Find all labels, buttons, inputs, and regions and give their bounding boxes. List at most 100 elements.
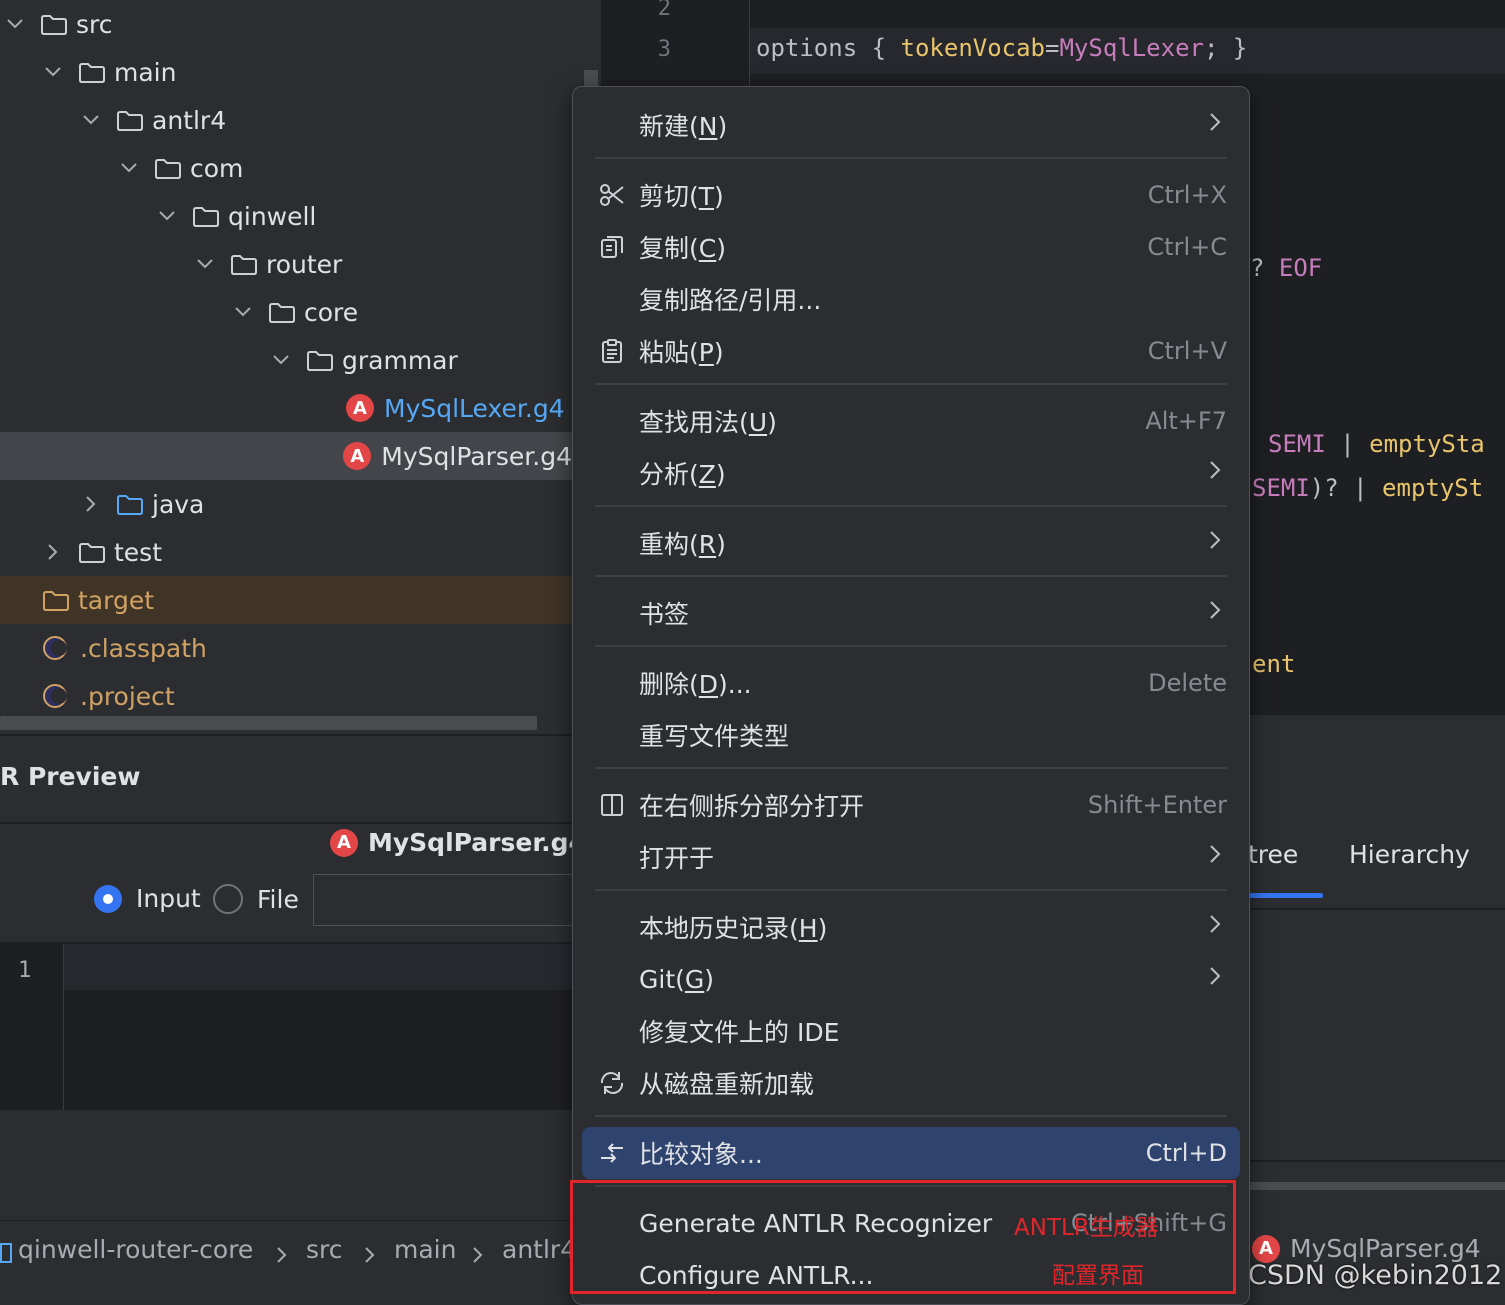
tree-item[interactable]: grammar	[0, 336, 572, 384]
menu-item-find-usages[interactable]: 查找用法(U) Alt+F7	[573, 395, 1249, 447]
menu-item-analyze[interactable]: 分析(Z)	[573, 447, 1249, 499]
preview-tabs-area: tree Hierarchy	[1248, 734, 1505, 1218]
folder-icon	[78, 61, 106, 83]
radio-checked-icon	[94, 884, 122, 913]
tree-item[interactable]: com	[0, 144, 572, 192]
menu-separator	[595, 505, 1227, 507]
radio-file-label: File	[257, 884, 299, 914]
chevron-right-icon	[1209, 966, 1221, 992]
tree-item[interactable]: target	[0, 576, 572, 624]
menu-item-paste[interactable]: 粘贴(P) Ctrl+V	[573, 325, 1249, 377]
tree-item[interactable]: .project	[0, 672, 572, 720]
menu-item-label: 在右侧拆分部分打开	[639, 792, 865, 821]
menu-item-label: 比较对象...	[639, 1140, 763, 1169]
chevron-down-icon[interactable]	[80, 109, 102, 131]
shortcut-label: Alt+F7	[1145, 407, 1227, 435]
code-fragment: ent	[1252, 650, 1296, 678]
menu-item-label: 复制(C)	[639, 234, 726, 263]
tree-item[interactable]: A MySqlParser.g4	[0, 432, 572, 480]
tree-item-label: java	[152, 489, 205, 519]
breadcrumb-item[interactable]: qinwell-router-core	[18, 1235, 253, 1264]
line-number: 1	[18, 958, 32, 983]
menu-item-label: 本地历史记录(H)	[639, 914, 828, 943]
chevron-down-icon[interactable]	[232, 301, 254, 323]
tree-item[interactable]: main	[0, 48, 572, 96]
menu-item-delete[interactable]: 删除(D)... Delete	[573, 657, 1249, 709]
chevron-down-icon[interactable]	[156, 205, 178, 227]
preview-file-tab[interactable]: A MySqlParser.g4	[330, 828, 586, 857]
active-tab-indicator	[1248, 893, 1323, 898]
menu-item-compare[interactable]: 比较对象... Ctrl+D	[582, 1127, 1240, 1179]
input-editor[interactable]: 1	[0, 944, 572, 1110]
tree-item-label: test	[114, 537, 163, 567]
chevron-down-icon[interactable]	[118, 157, 140, 179]
file-path-input[interactable]	[313, 874, 574, 926]
radio-file[interactable]: File	[213, 884, 299, 914]
menu-separator	[595, 575, 1227, 577]
menu-item-copy-path[interactable]: 复制路径/引用...	[573, 273, 1249, 325]
breadcrumb-item[interactable]: src	[306, 1235, 343, 1264]
chevron-right-icon[interactable]	[80, 493, 102, 515]
menu-item-label: 复制路径/引用...	[639, 286, 822, 315]
radio-input[interactable]: Input	[94, 884, 201, 913]
tree-item[interactable]: router	[0, 240, 572, 288]
shortcut-label: Shift+Enter	[1087, 791, 1227, 819]
menu-item-cut[interactable]: 剪切(T) Ctrl+X	[573, 169, 1249, 221]
menu-item-new[interactable]: 新建(N)	[573, 99, 1249, 151]
menu-item-label: 重写文件类型	[639, 722, 790, 751]
menu-item-bookmarks[interactable]: 书签	[573, 587, 1249, 639]
menu-item-open-in[interactable]: 打开于	[573, 831, 1249, 883]
menu-item-refactor[interactable]: 重构(R)	[573, 517, 1249, 569]
chevron-down-icon[interactable]	[270, 349, 292, 371]
tree-item[interactable]: java	[0, 480, 572, 528]
chevron-down-icon[interactable]	[4, 13, 26, 35]
tree-item[interactable]: core	[0, 288, 572, 336]
breadcrumb-item[interactable]: antlr4	[502, 1235, 576, 1264]
code-fragment: ? EOF	[1250, 254, 1323, 282]
tab-tree[interactable]: tree	[1248, 840, 1298, 869]
menu-item-label: Git(G)	[639, 964, 715, 994]
menu-item-copy[interactable]: 复制(C) Ctrl+C	[573, 221, 1249, 273]
hscrollbar[interactable]	[1248, 1182, 1505, 1190]
chevron-right-icon	[1209, 460, 1221, 486]
tree-item[interactable]: src	[0, 0, 572, 48]
antlr-preview-panel: R Preview A MySqlParser.g4 Input File 1	[0, 734, 586, 1220]
menu-item-repair-ide[interactable]: 修复文件上的 IDE	[573, 1005, 1249, 1057]
menu-item-reload[interactable]: 从磁盘重新加载	[573, 1057, 1249, 1109]
status-file-label: MySqlParser.g4	[1290, 1234, 1481, 1263]
editor-scrollbar[interactable]	[1248, 715, 1505, 734]
chevron-right-icon	[1209, 530, 1221, 556]
tree-item-label: main	[114, 57, 177, 87]
status-file[interactable]: A MySqlParser.g4	[1252, 1234, 1481, 1263]
menu-item-override-file-type[interactable]: 重写文件类型	[573, 709, 1249, 761]
tree-item[interactable]: antlr4	[0, 96, 572, 144]
menu-item-local-history[interactable]: 本地历史记录(H)	[573, 901, 1249, 953]
tree-item-label: qinwell	[228, 201, 317, 231]
tree-scrollbar[interactable]	[0, 716, 537, 730]
folder-icon	[192, 205, 220, 227]
folder-icon	[230, 253, 258, 275]
menu-item-split-open[interactable]: 在右侧拆分部分打开 Shift+Enter	[573, 779, 1249, 831]
tab-hierarchy[interactable]: Hierarchy	[1349, 840, 1470, 869]
folder-icon	[42, 589, 70, 611]
tree-item[interactable]: test	[0, 528, 572, 576]
preview-file-label: MySqlParser.g4	[368, 828, 586, 857]
menu-item-label: 修复文件上的 IDE	[639, 1018, 840, 1047]
folder-icon	[40, 13, 68, 35]
project-tree[interactable]: src main antlr4 com qinwell router core grammar…	[0, 0, 572, 734]
tree-item[interactable]: A MySqlLexer.g4	[0, 384, 572, 432]
chevron-down-icon[interactable]	[42, 61, 64, 83]
tree-item[interactable]: .classpath	[0, 624, 572, 672]
menu-item-label: 查找用法(U)	[639, 408, 777, 437]
menu-item-git[interactable]: Git(G)	[573, 953, 1249, 1005]
menu-separator	[595, 889, 1227, 891]
menu-item-label: 从磁盘重新加载	[639, 1070, 815, 1099]
tree-item-label: grammar	[342, 345, 458, 375]
paste-icon	[597, 336, 627, 366]
breadcrumb-item[interactable]: main	[394, 1235, 456, 1264]
chevron-right-icon	[1209, 600, 1221, 626]
tree-item[interactable]: qinwell	[0, 192, 572, 240]
chevron-right-icon[interactable]	[42, 541, 64, 563]
antlr-icon: A	[330, 828, 358, 857]
chevron-down-icon[interactable]	[194, 253, 216, 275]
